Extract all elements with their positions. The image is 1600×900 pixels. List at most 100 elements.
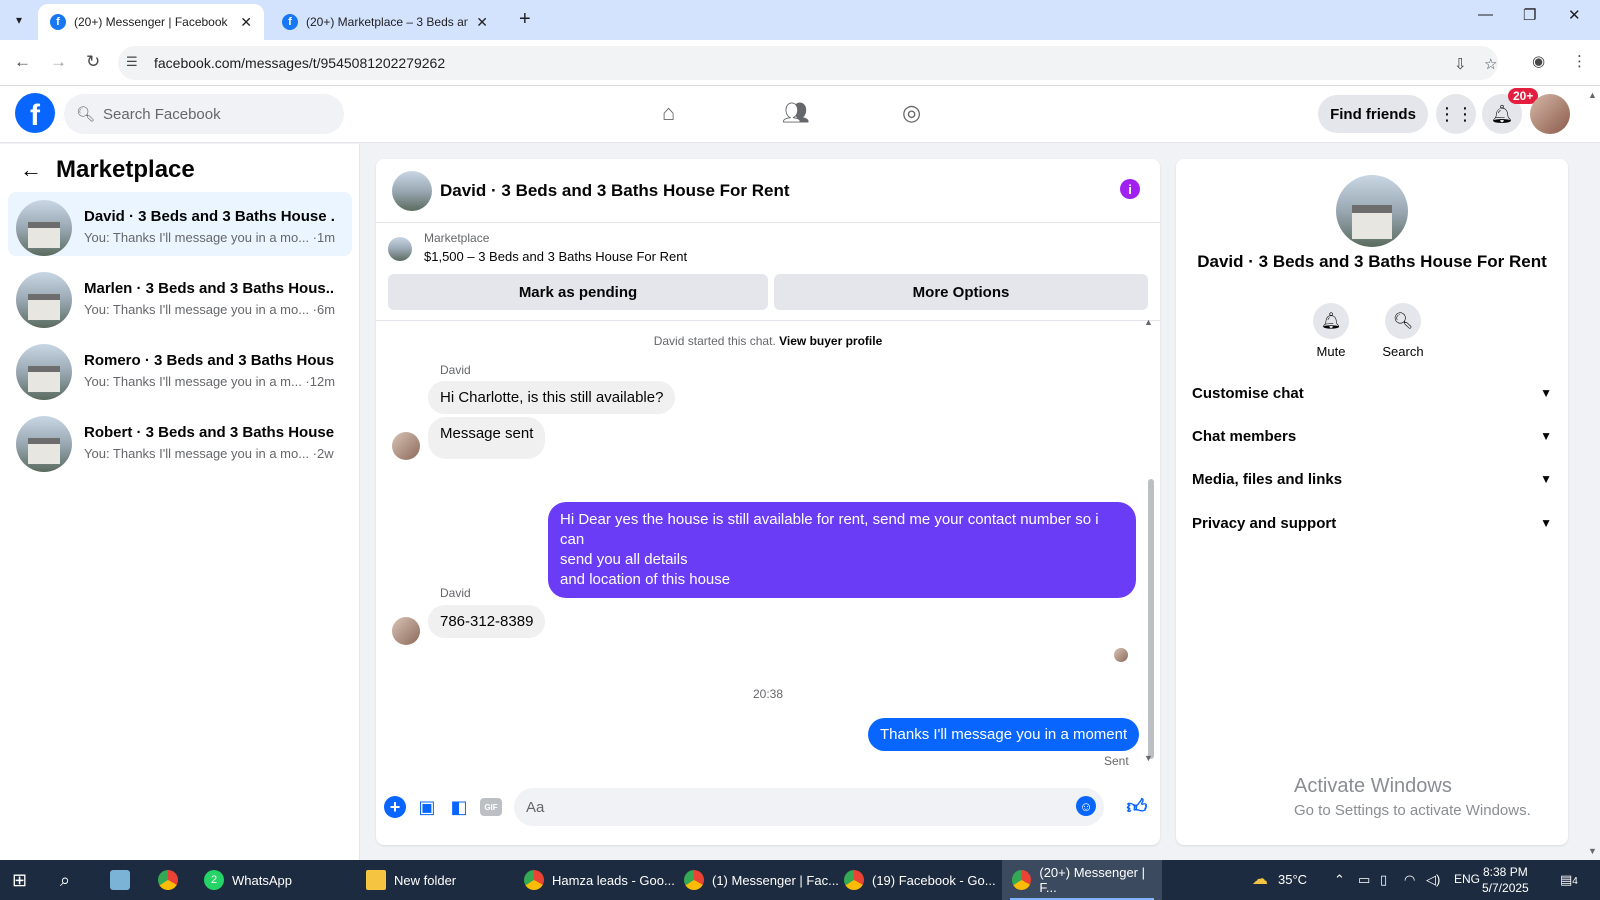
close-tab-icon[interactable]: ✕: [476, 14, 488, 31]
battery-icon[interactable]: ▯: [1380, 872, 1387, 888]
mute-button[interactable]: 🔔︎ Mute: [1296, 303, 1366, 359]
media-files-links-row[interactable]: Media, files and links ▼: [1192, 459, 1552, 499]
conversation-item[interactable]: Romero · 3 Beds and 3 Baths Hous... You:…: [8, 336, 352, 400]
url-text[interactable]: facebook.com/messages/t/9545081202279262: [154, 55, 445, 71]
search-facebook-input[interactable]: 🔍︎ Search Facebook: [64, 94, 344, 134]
volume-icon[interactable]: ◁): [1426, 872, 1440, 888]
sender-avatar[interactable]: [392, 617, 420, 645]
camera-icon[interactable]: ▭: [1358, 872, 1370, 888]
like-thumb-icon[interactable]: 👍︎: [1126, 796, 1148, 818]
taskbar-whatsapp[interactable]: 2 WhatsApp: [204, 860, 292, 900]
tab-search-icon[interactable]: ▾: [8, 7, 30, 33]
friends-icon[interactable]: 👥︎: [782, 100, 810, 126]
minimize-icon[interactable]: —: [1478, 6, 1493, 23]
message-line: and location of this house: [560, 571, 731, 588]
chrome-menu-icon[interactable]: ⋮: [1572, 52, 1587, 70]
listing-thumbnail[interactable]: [1336, 175, 1408, 247]
chevron-down-icon: ▼: [1540, 516, 1552, 530]
more-options-button[interactable]: More Options: [774, 274, 1148, 310]
gif-icon[interactable]: GIF: [480, 798, 502, 816]
tab-marketplace[interactable]: f (20+) Marketplace – 3 Beds and ✕: [270, 4, 500, 40]
chat-members-row[interactable]: Chat members ▼: [1192, 416, 1552, 456]
taskbar-facebook-19[interactable]: (19) Facebook - Go...: [844, 860, 996, 900]
facebook-header: f 🔍︎ Search Facebook ⌂ 👥︎ ◎ Find friends…: [0, 86, 1600, 143]
taskbar-messenger-20[interactable]: (20+) Messenger | F...: [1002, 860, 1162, 900]
clock[interactable]: 8:38 PM 5/7/2025: [1482, 864, 1529, 896]
message-bubble-incoming[interactable]: Hi Charlotte, is this still available?: [428, 381, 676, 414]
account-avatar[interactable]: [1530, 94, 1570, 134]
chrome-taskbar-icon[interactable]: [158, 860, 186, 900]
taskbar-search-icon[interactable]: ⌕: [60, 860, 70, 900]
conversation-name: Marlen · 3 Beds and 3 Baths Hous...: [84, 280, 334, 297]
taskbar-messenger-1[interactable]: (1) Messenger | Fac...: [684, 860, 839, 900]
page-scroll-down-icon[interactable]: ▼: [1588, 846, 1597, 856]
listing-thumbnail: [388, 237, 412, 261]
message-bubble-incoming[interactable]: Message sent: [428, 417, 546, 459]
taskbar-app-icon[interactable]: [110, 860, 138, 900]
message-input[interactable]: Aa: [514, 788, 1104, 826]
plus-icon[interactable]: +: [384, 796, 406, 818]
message-placeholder: Aa: [526, 798, 545, 816]
scroll-down-icon[interactable]: ▼: [1144, 753, 1153, 763]
back-icon[interactable]: ←: [14, 52, 31, 72]
view-buyer-profile-link[interactable]: View buyer profile: [779, 334, 882, 348]
mute-label: Mute: [1316, 344, 1346, 359]
taskbar-folder[interactable]: New folder: [366, 860, 456, 900]
conversation-preview: You: Thanks I'll message you in a mo... …: [84, 446, 334, 461]
search-label: Search: [1382, 344, 1424, 359]
maximize-icon[interactable]: ❐: [1523, 6, 1536, 24]
site-info-icon[interactable]: ☰: [126, 54, 138, 70]
notification-center-icon[interactable]: ▤4: [1560, 872, 1578, 888]
weather-icon[interactable]: ☁: [1252, 869, 1268, 889]
language-indicator[interactable]: ENG: [1454, 872, 1480, 886]
tab-messenger[interactable]: f (20+) Messenger | Facebook ✕: [38, 4, 264, 40]
taskbar-hamza-leads[interactable]: Hamza leads - Goo...: [524, 860, 675, 900]
conversation-item[interactable]: Marlen · 3 Beds and 3 Baths Hous... You:…: [8, 264, 352, 328]
sticker-icon[interactable]: ◧: [448, 796, 470, 818]
temperature[interactable]: 35°C: [1278, 872, 1307, 887]
conversation-item[interactable]: Robert · 3 Beds and 3 Baths House... You…: [8, 408, 352, 472]
conversation-item[interactable]: David · 3 Beds and 3 Baths House ... You…: [8, 192, 352, 256]
message-bubble-outgoing[interactable]: Thanks I'll message you in a moment: [868, 718, 1140, 751]
bookmark-star-icon[interactable]: ☆: [1484, 55, 1497, 73]
message-bubble-incoming[interactable]: 786-312-8389: [428, 605, 546, 638]
photo-icon[interactable]: ▣: [416, 796, 438, 818]
reload-icon[interactable]: ↻: [86, 52, 100, 72]
chat-title[interactable]: David · 3 Beds and 3 Baths House For Ren…: [440, 181, 790, 201]
search-button[interactable]: 🔍︎ Search: [1368, 303, 1438, 359]
close-tab-icon[interactable]: ✕: [240, 14, 252, 31]
install-app-icon[interactable]: ⇩: [1454, 55, 1467, 73]
profile-icon[interactable]: ◉: [1532, 52, 1545, 70]
info-icon[interactable]: i: [1120, 179, 1140, 199]
close-window-icon[interactable]: ✕: [1568, 6, 1581, 24]
show-hidden-icons-icon[interactable]: ⌃: [1334, 872, 1345, 888]
home-icon[interactable]: ⌂: [662, 100, 675, 126]
privacy-support-row[interactable]: Privacy and support ▼: [1192, 503, 1552, 543]
sender-avatar[interactable]: [392, 432, 420, 460]
new-tab-icon[interactable]: +: [519, 8, 531, 31]
chat-scrollbar[interactable]: [1148, 329, 1154, 769]
back-arrow-icon[interactable]: ←: [20, 157, 42, 183]
start-button[interactable]: ⊞: [12, 860, 27, 900]
page-scroll-up-icon[interactable]: ▲: [1588, 90, 1597, 100]
watermark-line2: Go to Settings to activate Windows.: [1294, 802, 1531, 819]
scrollbar-thumb[interactable]: [1148, 479, 1154, 759]
whatsapp-icon: 2: [204, 870, 224, 890]
chat-header: David · 3 Beds and 3 Baths House For Ren…: [376, 159, 1160, 223]
wifi-icon[interactable]: ◠: [1404, 872, 1415, 888]
customise-chat-row[interactable]: Customise chat ▼: [1192, 373, 1552, 413]
sender-name: David: [440, 586, 471, 600]
groups-icon[interactable]: ◎: [902, 100, 921, 126]
emoji-icon[interactable]: ☺: [1076, 796, 1096, 816]
forward-icon[interactable]: →: [50, 52, 67, 72]
facebook-logo-icon[interactable]: f: [15, 93, 55, 133]
scroll-up-icon[interactable]: ▲: [1144, 317, 1153, 327]
message-bubble-outgoing[interactable]: Hi Dear yes the house is still available…: [548, 502, 1136, 598]
mark-as-pending-button[interactable]: Mark as pending: [388, 274, 768, 310]
find-friends-button[interactable]: Find friends: [1318, 95, 1428, 133]
listing-thumbnail[interactable]: [392, 171, 432, 211]
folder-icon: [366, 870, 386, 890]
activate-windows-watermark: Activate Windows Go to Settings to activ…: [1294, 775, 1531, 819]
omnibox[interactable]: ☰ facebook.com/messages/t/95450812022792…: [118, 46, 1498, 80]
menu-grid-icon[interactable]: ⋮⋮: [1436, 94, 1476, 134]
